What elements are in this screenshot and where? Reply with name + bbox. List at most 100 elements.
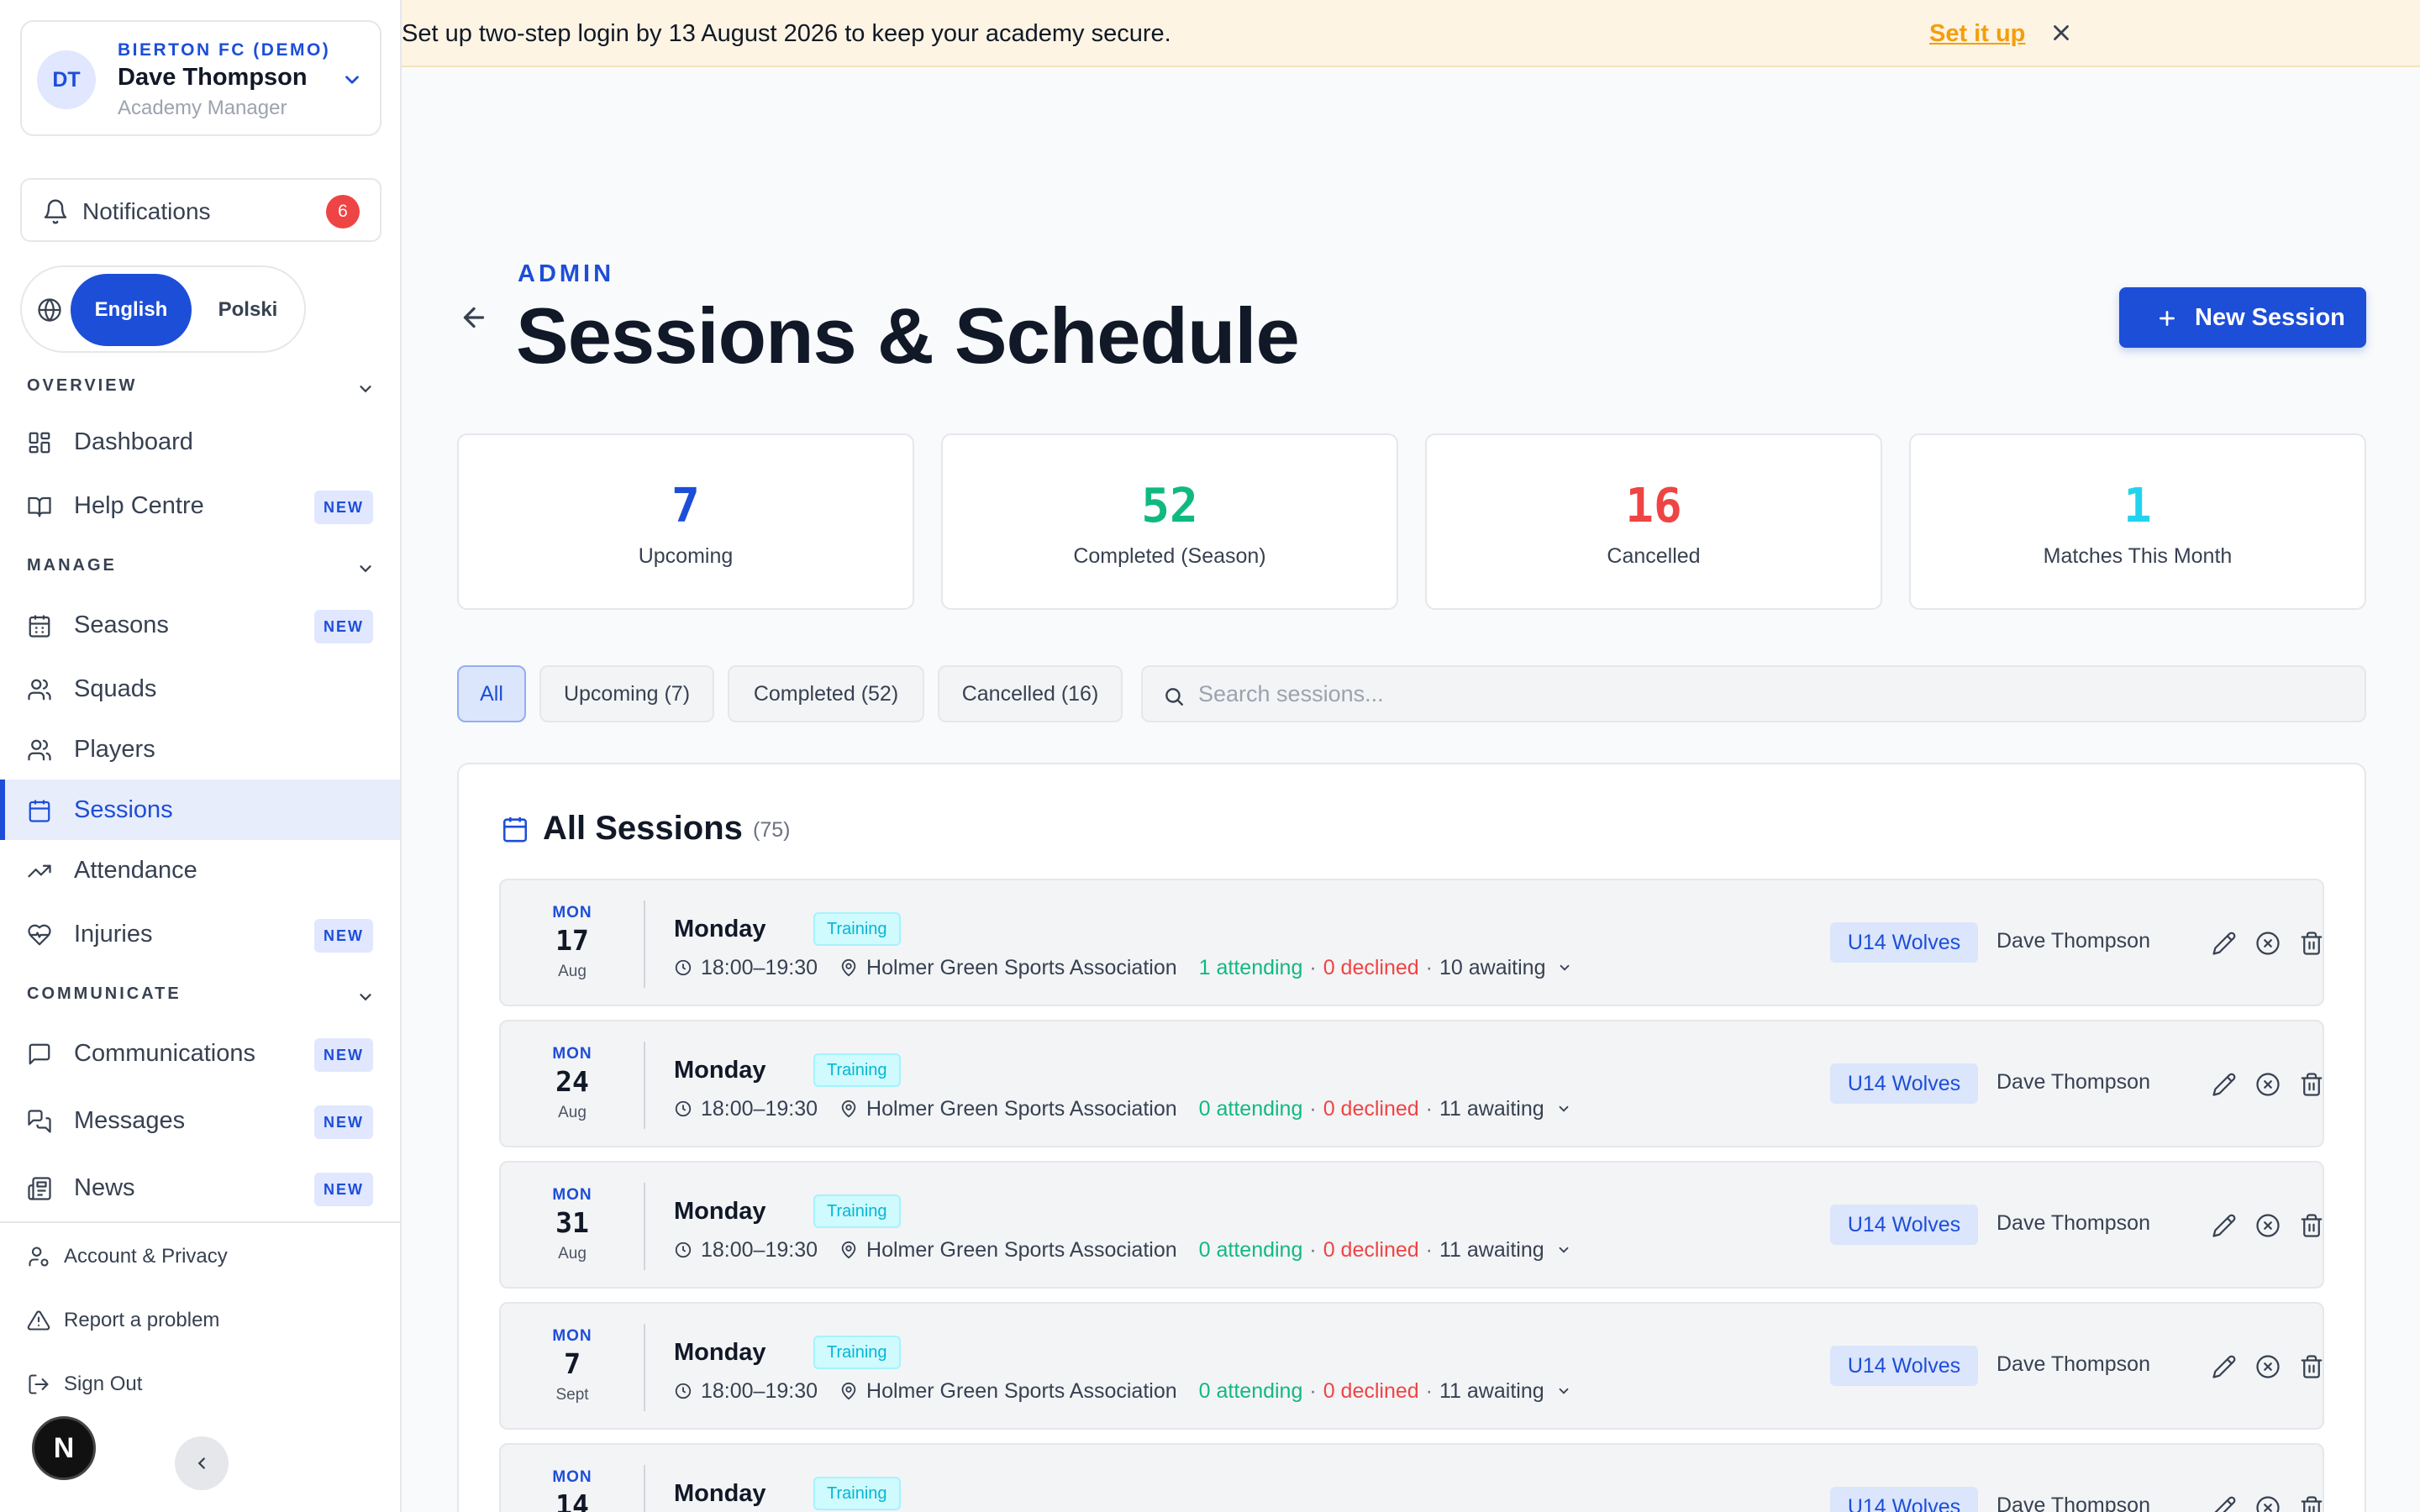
sidebar-item-messages[interactable]: Messages NEW [0, 1090, 400, 1151]
sidebar-item-communications[interactable]: Communications NEW [0, 1023, 400, 1084]
cancel-circle-icon[interactable] [2255, 1354, 2281, 1379]
user-name: Dave Thompson [118, 64, 308, 91]
stat-card-matches: 1 Matches This Month [1909, 433, 2366, 610]
attending-count[interactable]: 0 attending [1199, 1379, 1303, 1404]
session-meta: 18:00–19:30 Holmer Green Sports Associat… [674, 953, 1572, 983]
sidebar-item-dashboard[interactable]: Dashboard [0, 412, 400, 472]
filter-chip-upcoming[interactable]: Upcoming (7) [539, 665, 714, 722]
sidebar-item-report-problem[interactable]: Report a problem [0, 1297, 400, 1344]
session-row[interactable]: MON 24 Aug Monday Training 18:00–19:30 H… [499, 1020, 2324, 1147]
date-divider [644, 1324, 645, 1411]
clock-icon [675, 1100, 692, 1117]
clock-icon [675, 1242, 692, 1258]
sidebar-item-injuries[interactable]: Injuries NEW [0, 904, 400, 964]
plus-icon [2160, 311, 2175, 326]
session-row[interactable]: MON 7 Sept Monday Training 18:00–19:30 H… [499, 1302, 2324, 1430]
chevron-down-icon[interactable] [1556, 1101, 1571, 1116]
user-role: Academy Manager [118, 97, 287, 119]
dev-tools-badge[interactable]: N [32, 1416, 96, 1480]
session-time: 18:00–19:30 [701, 1237, 818, 1262]
chevron-down-icon[interactable] [1556, 1383, 1571, 1399]
session-date: MON 31 Aug [552, 1186, 592, 1263]
edit-icon[interactable] [2212, 1495, 2237, 1512]
date-divider [644, 1042, 645, 1129]
cancel-circle-icon[interactable] [2255, 1072, 2281, 1097]
back-arrow-icon[interactable] [459, 302, 489, 333]
notifications-count-badge: 6 [326, 195, 360, 228]
avatar: DT [37, 50, 96, 109]
cancel-circle-icon[interactable] [2255, 1213, 2281, 1238]
session-row[interactable]: MON 17 Aug Monday Training 18:00–19:30 H… [499, 879, 2324, 1006]
squad-tag: U14 Wolves [1830, 922, 1978, 963]
sidebar-item-attendance[interactable]: Attendance [0, 840, 400, 900]
session-weekday: Monday [674, 1480, 766, 1507]
setup-2fa-link[interactable]: Set it up [1929, 20, 2025, 48]
declined-count[interactable]: 0 declined [1323, 1097, 1419, 1121]
language-polski-button[interactable]: Polski [202, 274, 294, 346]
page-title: Sessions & Schedule [516, 291, 1300, 380]
awaiting-count[interactable]: 11 awaiting [1439, 1238, 1544, 1263]
sidebar-item-seasons[interactable]: Seasons NEW [0, 595, 400, 655]
sidebar-item-help-centre[interactable]: Help Centre NEW [0, 475, 400, 536]
map-pin-icon [841, 958, 856, 977]
attending-count[interactable]: 0 attending [1199, 1238, 1303, 1263]
heart-pulse-icon [28, 924, 51, 946]
sidebar-item-players[interactable]: Players [0, 719, 400, 780]
awaiting-count[interactable]: 11 awaiting [1439, 1379, 1544, 1404]
declined-count[interactable]: 0 declined [1323, 1379, 1419, 1404]
chevron-left-icon [197, 1457, 205, 1469]
session-row[interactable]: MON 31 Aug Monday Training 18:00–19:30 H… [499, 1161, 2324, 1289]
sidebar-item-account-privacy[interactable]: Account & Privacy [0, 1233, 400, 1280]
close-icon[interactable] [2049, 20, 2074, 45]
trash-icon[interactable] [2299, 1354, 2324, 1379]
squad-tag: U14 Wolves [1830, 1063, 1978, 1104]
edit-icon[interactable] [2212, 1354, 2237, 1379]
search-input[interactable] [1198, 675, 2341, 712]
session-weekday: Monday [674, 1057, 766, 1084]
chevron-down-icon [345, 76, 359, 84]
language-english-button[interactable]: English [71, 274, 192, 346]
filter-chip-all[interactable]: All [457, 665, 526, 722]
attending-count[interactable]: 0 attending [1199, 1097, 1303, 1121]
declined-count[interactable]: 0 declined [1323, 956, 1419, 980]
sign-out-button[interactable]: Sign Out [0, 1361, 400, 1408]
edit-icon[interactable] [2212, 1213, 2237, 1238]
edit-icon[interactable] [2212, 931, 2237, 956]
trash-icon[interactable] [2299, 1072, 2324, 1097]
attending-count[interactable]: 1 attending [1199, 956, 1303, 980]
notifications-button[interactable]: Notifications 6 [20, 178, 381, 242]
filter-chip-completed[interactable]: Completed (52) [728, 665, 924, 722]
session-date: MON 14 [552, 1468, 592, 1512]
session-row[interactable]: MON 14 Monday Training U14 Wolves Dave T… [499, 1443, 2324, 1512]
coach-name: Dave Thompson [1996, 929, 2150, 953]
section-overview-toggle[interactable]: OVERVIEW [27, 376, 375, 402]
section-manage-toggle[interactable]: MANAGE [27, 556, 375, 581]
sidebar-item-news[interactable]: News NEW [0, 1158, 400, 1218]
squad-tag: U14 Wolves [1830, 1346, 1978, 1386]
awaiting-count[interactable]: 10 awaiting [1439, 956, 1545, 980]
trash-icon[interactable] [2299, 931, 2324, 956]
sidebar-item-squads[interactable]: Squads [0, 659, 400, 719]
edit-icon[interactable] [2212, 1072, 2237, 1097]
chevron-down-icon[interactable] [1557, 960, 1572, 975]
awaiting-count[interactable]: 11 awaiting [1439, 1097, 1544, 1121]
declined-count[interactable]: 0 declined [1323, 1238, 1419, 1263]
cancel-circle-icon[interactable] [2255, 931, 2281, 956]
cancel-circle-icon[interactable] [2255, 1495, 2281, 1512]
filter-chip-cancelled[interactable]: Cancelled (16) [938, 665, 1123, 722]
stat-label: Upcoming [638, 544, 734, 568]
panel-title: All Sessions [543, 810, 743, 847]
section-communicate-toggle[interactable]: COMMUNICATE [27, 984, 375, 1010]
chevron-down-icon[interactable] [1556, 1242, 1571, 1257]
chat-icon [29, 1043, 50, 1065]
trash-icon[interactable] [2299, 1213, 2324, 1238]
stat-card-completed: 52 Completed (Season) [941, 433, 1398, 610]
new-session-button[interactable]: New Session [2119, 287, 2366, 348]
bell-icon [44, 199, 67, 224]
search-box [1141, 665, 2366, 722]
sidebar-item-sessions[interactable]: Sessions [0, 780, 400, 840]
coach-name: Dave Thompson [1996, 1352, 2150, 1376]
trash-icon[interactable] [2299, 1495, 2324, 1512]
account-switcher[interactable]: DT BIERTON FC (DEMO) Dave Thompson Acade… [20, 20, 381, 136]
collapse-sidebar-button[interactable] [175, 1436, 229, 1490]
